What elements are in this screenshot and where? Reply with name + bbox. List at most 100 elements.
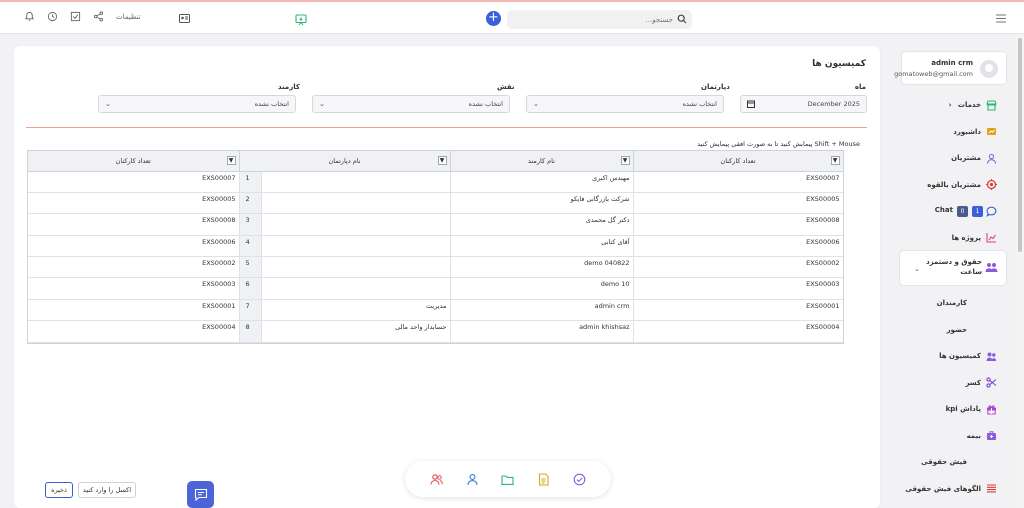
check-square-icon[interactable]	[70, 11, 81, 22]
employee-label: کارمند	[278, 83, 300, 91]
cell-code: EXS00008	[633, 213, 843, 236]
cell-department	[261, 171, 451, 193]
sidebar: خدمات ‹ داشبورد مشتریان مشتریان بالقوه Chat 0…	[899, 92, 1011, 508]
store-icon	[986, 100, 997, 111]
sidebar-item-8[interactable]: حضور	[899, 317, 1011, 344]
cell-row-number: 7	[239, 299, 262, 322]
scrollbar-thumb[interactable]	[1018, 38, 1022, 252]
clock-icon[interactable]	[47, 11, 58, 22]
filter-icon[interactable]: ▼	[437, 156, 447, 165]
sidebar-item-6[interactable]	[899, 251, 1011, 290]
sidebar-item-label: کسر	[965, 378, 981, 387]
sidebar-item-15[interactable]: مالیات بر درآمد	[899, 502, 1011, 508]
user-email: gomatoweb@gmail.com	[894, 70, 973, 78]
table-row[interactable]: EXS00001 7 مدیریت admin crm EXS00001	[28, 299, 843, 322]
chat-icon	[986, 206, 997, 217]
filter-icon[interactable]: ▼	[830, 156, 840, 165]
employee-select[interactable]: ⌄ انتخاب نشده	[98, 95, 296, 113]
sidebar-item-label: بیمه	[966, 431, 981, 440]
sidebar-item-label: کارمندان	[936, 299, 967, 308]
sidebar-item-label: مشتریان بالقوه	[927, 180, 981, 189]
sidebar-item-14[interactable]: الگوهای فیش حقوقی	[899, 476, 1011, 503]
cell-row-number: 6	[239, 277, 262, 300]
top-bar: تنظیمات +	[0, 0, 1024, 34]
document-icon[interactable]	[537, 472, 550, 486]
header-department-name: نام دپارتمان ▼	[239, 151, 451, 172]
cell-department	[261, 277, 451, 300]
check-circle-icon[interactable]	[573, 473, 586, 486]
user-card[interactable]: admin crm gomatoweb@gmail.com	[894, 51, 1007, 85]
presentation-icon[interactable]	[295, 14, 307, 26]
sidebar-item-label: فیش حقوقی	[921, 458, 967, 467]
department-select[interactable]: ⌄ انتخاب نشده	[526, 95, 724, 113]
sidebar-item-13[interactable]: فیش حقوقی	[899, 449, 1011, 476]
page-title: کمیسیون ها	[812, 59, 866, 69]
cell-code-left: EXS00008	[28, 213, 240, 236]
sidebar-item-4[interactable]: Chat 0 1	[899, 198, 1011, 225]
month-label: ماه	[854, 83, 866, 91]
cell-code-left: EXS00001	[28, 299, 240, 322]
cell-code: EXS00007	[633, 171, 843, 193]
sidebar-item-label: حضور	[946, 325, 967, 334]
cell-department: مدیریت	[261, 299, 451, 322]
add-button[interactable]: +	[486, 11, 501, 26]
folder-icon[interactable]	[501, 473, 515, 486]
cell-employee-name: مهندس اکبری	[450, 171, 634, 193]
department-label: دپارتمان	[701, 83, 730, 91]
hamburger-menu-icon[interactable]	[996, 14, 1006, 23]
sidebar-item-12[interactable]: بیمه	[899, 423, 1011, 450]
sidebar-item-10[interactable]: کسر	[899, 370, 1011, 397]
settings-link[interactable]: تنظیمات	[116, 13, 141, 21]
scissors-icon	[986, 377, 997, 388]
share-icon[interactable]	[93, 11, 104, 22]
cell-code-left: EXS00002	[28, 256, 240, 279]
sidebar-item-3[interactable]: مشتریان بالقوه	[899, 172, 1011, 199]
table-row[interactable]: EXS00003 6 demo 10 EXS00003	[28, 277, 843, 300]
header-employee-count: تعداد کارکنان ▼	[633, 151, 843, 172]
users-icon[interactable]	[430, 473, 444, 486]
cell-code-left: EXS00007	[28, 171, 240, 193]
sidebar-item-7[interactable]: کارمندان	[899, 290, 1011, 317]
filter-icon[interactable]: ▼	[620, 156, 630, 165]
top-bar-tools: تنظیمات	[24, 11, 141, 22]
header-employee-name: نام کارمند ▼	[450, 151, 634, 172]
sidebar-item-label: کمیسیون ها	[939, 352, 981, 361]
table-row[interactable]: EXS00008 3 دکتر گل محمدی EXS00008	[28, 213, 843, 236]
bell-icon[interactable]	[24, 11, 35, 22]
sidebar-item-0[interactable]: خدمات ‹	[899, 92, 1011, 119]
month-value: December 2025	[807, 100, 860, 108]
section-divider	[26, 127, 867, 128]
sidebar-item-9[interactable]: کمیسیون ها	[899, 343, 1011, 370]
import-excel-button[interactable]: اکسل را وارد کنید	[78, 482, 136, 498]
save-button[interactable]: ذخیره	[45, 482, 73, 498]
month-picker[interactable]: December 2025	[740, 95, 867, 113]
target-icon	[986, 179, 997, 191]
contact-card-icon[interactable]	[179, 14, 190, 23]
user-icon[interactable]	[466, 473, 479, 486]
department-value: انتخاب نشده	[682, 100, 717, 108]
search-icon[interactable]	[677, 14, 687, 24]
cell-department	[261, 192, 451, 215]
role-select[interactable]: ⌄ انتخاب نشده	[312, 95, 510, 113]
role-label: نقش	[497, 83, 515, 91]
search-input[interactable]	[513, 13, 673, 26]
table-row[interactable]: EXS00005 2 شرکت بازرگانی فایکو EXS00005	[28, 192, 843, 215]
sidebar-item-2[interactable]: مشتریان	[899, 145, 1011, 172]
cell-employee-name: آقای کتابی	[450, 235, 634, 258]
chevron-down-icon: ⌄	[105, 100, 111, 108]
table-row[interactable]: EXS00007 1 مهندس اکبری EXS00007	[28, 171, 843, 193]
sidebar-item-11[interactable]: پاداش kpi	[899, 396, 1011, 423]
table-row[interactable]: EXS00004 8 حسابدار واحد مالی admin khishsaz…	[28, 320, 843, 343]
chart-icon	[986, 232, 997, 243]
employee-value: انتخاب نشده	[254, 100, 289, 108]
chat-button[interactable]	[187, 481, 214, 508]
sidebar-item-5[interactable]: پروژه ها	[899, 225, 1011, 252]
cell-row-number: 2	[239, 192, 262, 215]
table-row[interactable]: EXS00002 5 demo 040822 EXS00002	[28, 256, 843, 279]
cell-employee-name: demo 10	[450, 277, 634, 300]
dashboard-icon	[986, 126, 997, 137]
cell-code-left: EXS00004	[28, 320, 240, 343]
filter-icon[interactable]: ▼	[226, 156, 236, 165]
table-row[interactable]: EXS00006 4 آقای کتابی EXS00006	[28, 235, 843, 258]
sidebar-item-1[interactable]: داشبورد	[899, 119, 1011, 146]
